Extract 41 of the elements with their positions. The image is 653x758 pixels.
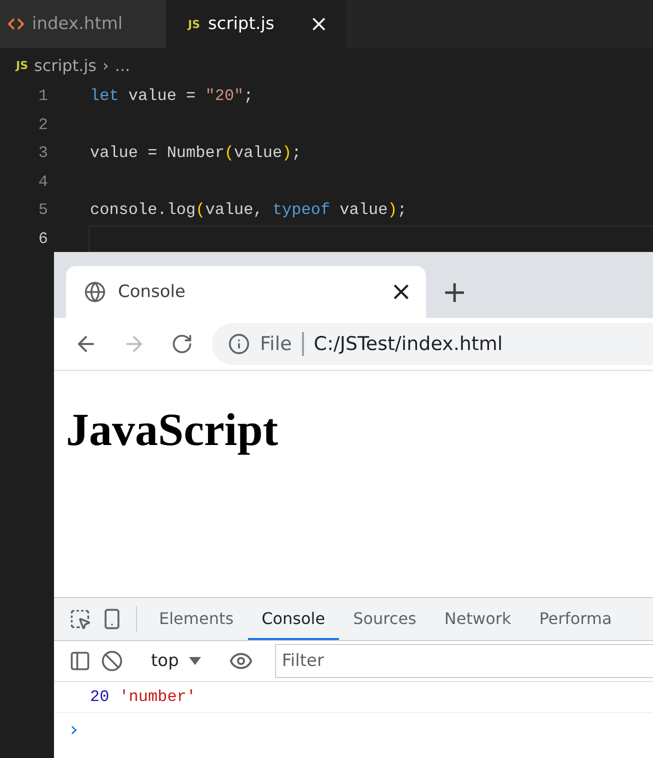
breadcrumb-item[interactable]: script.js — [34, 56, 96, 74]
browser-tab[interactable]: Console × — [66, 266, 426, 318]
reload-icon[interactable] — [171, 333, 193, 355]
address-bar[interactable]: File C:/JSTest/index.html — [212, 323, 653, 365]
inspect-icon[interactable] — [69, 608, 91, 630]
breadcrumb-item[interactable]: ... — [114, 56, 130, 74]
devtools-tab[interactable]: Performa — [525, 598, 626, 640]
devtools-tab[interactable]: Sources — [339, 598, 430, 640]
console-prompt[interactable]: › — [70, 717, 78, 741]
code-icon — [8, 18, 24, 30]
code-line: value = Number(value); — [89, 143, 302, 164]
devtools-tab[interactable]: Elements — [145, 598, 248, 640]
new-tab-button[interactable]: + — [442, 266, 468, 318]
page-heading: JavaScript — [66, 403, 278, 456]
devtools-tab[interactable]: Network — [430, 598, 526, 640]
js-file-icon: JS — [16, 58, 28, 72]
line-number: 3 — [37, 144, 48, 162]
globe-icon — [84, 281, 106, 303]
info-icon — [228, 333, 250, 355]
devtools-tab[interactable]: Console — [248, 598, 340, 640]
line-number: 4 — [37, 172, 48, 191]
editor-tab[interactable]: index.html — [0, 0, 166, 48]
sidebar-icon[interactable] — [69, 650, 91, 672]
breadcrumb-separator: › — [102, 56, 109, 74]
url-text: C:/JSTest/index.html — [314, 333, 503, 355]
close-icon[interactable]: × — [390, 277, 412, 307]
tab-title: Console — [118, 282, 186, 302]
js-file-icon: JS — [188, 18, 200, 30]
line-number: 1 — [37, 87, 48, 106]
code-line: console.log(value, typeof value); — [89, 200, 408, 222]
line-number: 5 — [37, 201, 48, 220]
context-dropdown[interactable]: top — [145, 651, 207, 671]
line-number: 2 — [37, 116, 48, 134]
editor-tab[interactable]: JS script.js × — [166, 0, 346, 48]
close-icon[interactable]: × — [310, 12, 328, 36]
line-number: 6 — [37, 230, 48, 248]
clear-console-icon[interactable] — [101, 650, 123, 672]
code-line: let value = "20"; — [89, 86, 254, 108]
url-scheme: File — [260, 333, 292, 355]
console-message: 20 'number' — [54, 682, 653, 713]
filter-field[interactable]: Filter — [274, 644, 653, 678]
